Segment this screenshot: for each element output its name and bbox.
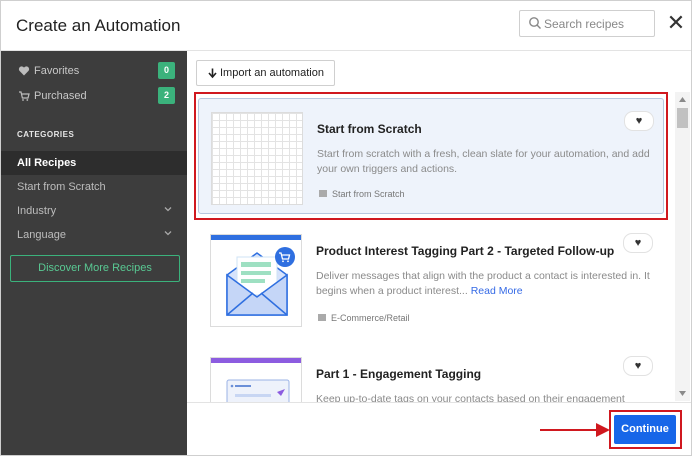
sidebar-item-label: Purchased <box>34 90 87 102</box>
heart-icon <box>18 66 30 76</box>
recipe-title: Start from Scratch <box>317 122 422 136</box>
chevron-down-icon <box>164 207 172 212</box>
scroll-down-icon[interactable] <box>675 386 690 401</box>
recipe-category: E-Commerce/Retail <box>318 313 410 323</box>
recipe-list: Import an automation Start from Scratch … <box>187 51 691 402</box>
read-more-link[interactable]: Read More <box>471 285 523 297</box>
recipe-category: Start from Scratch <box>319 189 405 199</box>
recipe-card-start-from-scratch[interactable]: Start from Scratch Start from scratch wi… <box>198 98 664 214</box>
recipe-title: Product Interest Tagging Part 2 - Target… <box>316 244 615 258</box>
search-icon <box>529 17 541 29</box>
sidebar-item-purchased[interactable]: Purchased 2 <box>1 84 187 108</box>
email-envelope-thumbnail <box>210 234 302 327</box>
favorite-heart-icon[interactable]: ♥ <box>623 356 653 376</box>
create-automation-modal: Create an Automation ✕ Favorites 0 Purch <box>0 0 692 456</box>
favorite-heart-icon[interactable]: ♥ <box>623 233 653 253</box>
import-automation-button[interactable]: Import an automation <box>196 60 335 86</box>
recipe-list-scrollbar[interactable] <box>675 92 690 401</box>
folder-icon <box>319 190 327 197</box>
favorite-heart-icon[interactable]: ♥ <box>624 111 654 131</box>
modal-header: Create an Automation ✕ <box>1 1 691 51</box>
download-arrow-icon <box>208 68 217 79</box>
categories-heading: CATEGORIES <box>17 130 75 139</box>
scroll-up-icon[interactable] <box>675 92 690 107</box>
browser-window-icon <box>211 358 301 402</box>
envelope-cart-icon <box>211 235 301 316</box>
category-label: Language <box>17 229 66 241</box>
sidebar-item-favorites[interactable]: Favorites 0 <box>1 59 187 83</box>
grid-thumbnail <box>211 112 303 205</box>
favorites-count-badge: 0 <box>158 62 175 79</box>
category-label: Start from Scratch <box>17 181 106 193</box>
folder-icon <box>318 314 326 321</box>
category-label: Industry <box>17 205 57 217</box>
search-input[interactable] <box>544 14 652 33</box>
modal-title: Create an Automation <box>16 16 181 35</box>
cart-icon <box>19 91 30 101</box>
recipe-card-engagement-tagging[interactable]: Part 1 - Engagement Tagging Keep up-to-d… <box>198 344 664 402</box>
category-industry[interactable]: Industry <box>1 199 187 223</box>
recipe-description: Keep up-to-date tags on your contacts ba… <box>316 393 625 402</box>
pointer-arrow-icon <box>540 423 610 437</box>
recipe-description: Start from scratch with a fresh, clean s… <box>317 148 650 175</box>
engagement-thumbnail <box>210 357 302 402</box>
search-box[interactable] <box>519 10 655 37</box>
category-language[interactable]: Language <box>1 223 187 247</box>
category-all-recipes[interactable]: All Recipes <box>1 151 187 175</box>
close-icon[interactable]: ✕ <box>665 12 687 35</box>
purchased-count-badge: 2 <box>158 87 175 104</box>
recipe-description: Deliver messages that align with the pro… <box>316 270 650 297</box>
recipe-title: Part 1 - Engagement Tagging <box>316 367 482 381</box>
sidebar-item-label: Favorites <box>34 65 80 77</box>
recipe-card-product-interest-tagging[interactable]: Product Interest Tagging Part 2 - Target… <box>198 221 664 337</box>
import-label: Import an automation <box>220 67 324 79</box>
continue-button[interactable]: Continue <box>614 415 676 444</box>
category-label: All Recipes <box>17 157 77 169</box>
sidebar: Favorites 0 Purchased 2 CATEGORIES All R… <box>1 51 187 455</box>
category-start-from-scratch[interactable]: Start from Scratch <box>1 175 187 199</box>
scrollbar-thumb[interactable] <box>677 108 688 128</box>
chevron-down-icon <box>164 231 172 236</box>
discover-more-recipes-button[interactable]: Discover More Recipes <box>10 255 180 282</box>
